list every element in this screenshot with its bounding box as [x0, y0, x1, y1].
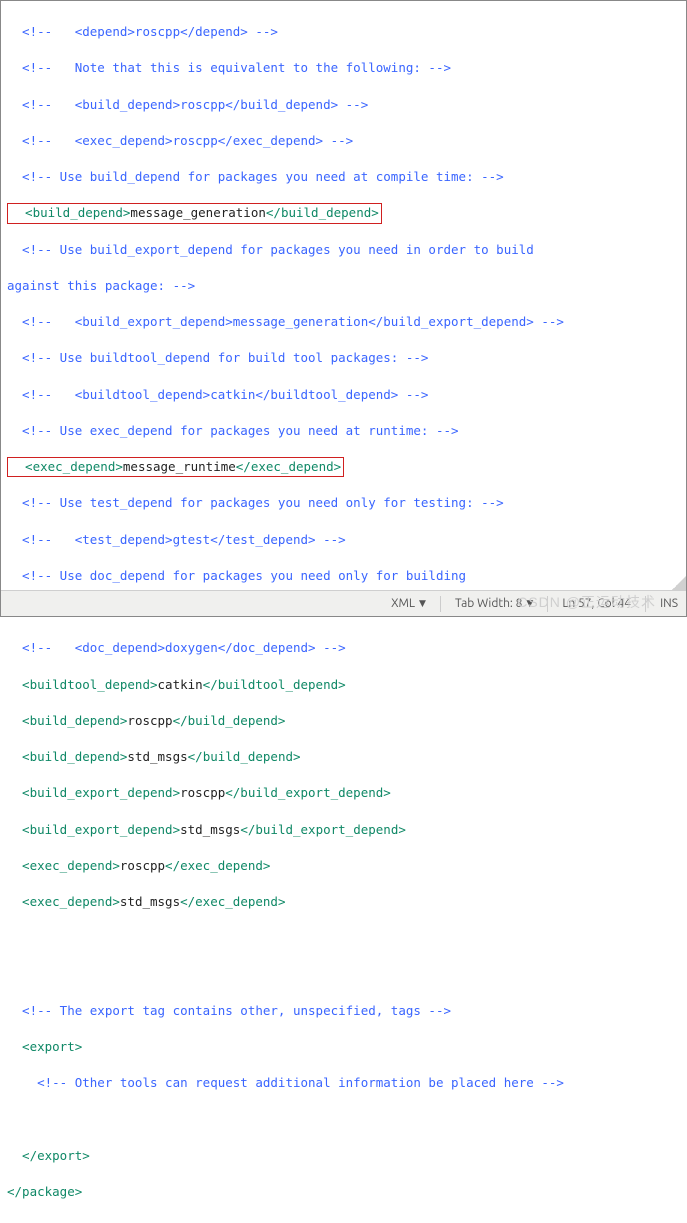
cursor-position[interactable]: Ln 57, Col 44	[562, 597, 631, 610]
code-line: <!-- Use buildtool_depend for build tool…	[7, 349, 680, 367]
xml-close-tag: </exec_depend>	[180, 894, 285, 909]
code-line: <build_export_depend>std_msgs</build_exp…	[7, 821, 680, 839]
code-line: <!-- <buildtool_depend>catkin</buildtool…	[7, 386, 680, 404]
xml-text: message_runtime	[123, 459, 236, 474]
xml-open-tag: <build_depend>	[7, 749, 127, 764]
xml-close-tag: </build_depend>	[266, 205, 379, 220]
xml-close-tag: </build_depend>	[173, 713, 286, 728]
xml-text: message_generation	[130, 205, 265, 220]
code-line: <!-- Use exec_depend for packages you ne…	[7, 422, 680, 440]
code-line: against this package: -->	[7, 277, 680, 295]
code-line-highlighted: <exec_depend>message_runtime</exec_depen…	[7, 458, 680, 476]
xml-text: roscpp	[127, 713, 172, 728]
separator	[440, 596, 441, 612]
code-line: </package>	[7, 1183, 680, 1201]
xml-close-tag: </exec_depend>	[165, 858, 270, 873]
code-line-highlighted: <build_depend>message_generation</build_…	[7, 204, 680, 222]
code-line: <build_depend>roscpp</build_depend>	[7, 712, 680, 730]
xml-open-tag: <build_export_depend>	[7, 822, 180, 837]
code-line: <exec_depend>std_msgs</exec_depend>	[7, 893, 680, 911]
separator	[547, 596, 548, 612]
code-line: <!-- <depend>roscpp</depend> -->	[7, 23, 680, 41]
tab-width-label: Tab Width: 8	[455, 597, 522, 610]
blank-line	[7, 929, 680, 947]
xml-close-tag: </build_depend>	[188, 749, 301, 764]
xml-close-tag: </build_export_depend>	[225, 785, 391, 800]
xml-text: catkin	[158, 677, 203, 692]
separator	[645, 596, 646, 612]
xml-open-tag: <exec_depend>	[10, 459, 123, 474]
xml-open-tag: <exec_depend>	[7, 858, 120, 873]
code-line: <export>	[7, 1038, 680, 1056]
blank-line	[7, 966, 680, 984]
xml-open-tag: <exec_depend>	[7, 894, 120, 909]
xml-close-tag: </exec_depend>	[236, 459, 341, 474]
xml-open-tag: <build_depend>	[10, 205, 130, 220]
code-line: <build_depend>std_msgs</build_depend>	[7, 748, 680, 766]
chevron-down-icon: ▼	[526, 598, 533, 609]
code-line: <!-- Other tools can request additional …	[7, 1074, 680, 1092]
code-line: <!-- The export tag contains other, unsp…	[7, 1002, 680, 1020]
xml-text: roscpp	[120, 858, 165, 873]
blank-line	[7, 1111, 680, 1129]
code-line: </export>	[7, 1147, 680, 1165]
xml-close-tag: </build_export_depend>	[240, 822, 406, 837]
chevron-down-icon: ▼	[419, 598, 426, 609]
code-line: <build_export_depend>roscpp</build_expor…	[7, 784, 680, 802]
xml-open-tag: <build_export_depend>	[7, 785, 180, 800]
status-bar: XML ▼ Tab Width: 8 ▼ Ln 57, Col 44 INS	[1, 590, 686, 616]
code-line: <!-- Use doc_depend for packages you nee…	[7, 567, 680, 585]
code-line: <!-- Use test_depend for packages you ne…	[7, 494, 680, 512]
xml-close-tag: </buildtool_depend>	[203, 677, 346, 692]
resize-grip-icon[interactable]	[672, 576, 686, 590]
code-line: <!-- Use build_depend for packages you n…	[7, 168, 680, 186]
tab-width-selector[interactable]: Tab Width: 8 ▼	[455, 597, 533, 610]
language-selector[interactable]: XML ▼	[391, 597, 426, 610]
code-line: <!-- <build_depend>roscpp</build_depend>…	[7, 96, 680, 114]
xml-open-tag: <build_depend>	[7, 713, 127, 728]
xml-open-tag: <buildtool_depend>	[7, 677, 158, 692]
xml-text: std_msgs	[120, 894, 180, 909]
xml-text: std_msgs	[127, 749, 187, 764]
language-label: XML	[391, 597, 415, 610]
code-line: <!-- <exec_depend>roscpp</exec_depend> -…	[7, 132, 680, 150]
insert-mode[interactable]: INS	[660, 597, 678, 610]
code-line: <buildtool_depend>catkin</buildtool_depe…	[7, 676, 680, 694]
xml-text: roscpp	[180, 785, 225, 800]
xml-text: std_msgs	[180, 822, 240, 837]
code-line: <!-- <test_depend>gtest</test_depend> --…	[7, 531, 680, 549]
code-line: <!-- Use build_export_depend for package…	[7, 241, 680, 259]
code-line: <!-- <doc_depend>doxygen</doc_depend> --…	[7, 639, 680, 657]
code-line: <!-- <build_export_depend>message_genera…	[7, 313, 680, 331]
code-line: <exec_depend>roscpp</exec_depend>	[7, 857, 680, 875]
code-line: <!-- Note that this is equivalent to the…	[7, 59, 680, 77]
